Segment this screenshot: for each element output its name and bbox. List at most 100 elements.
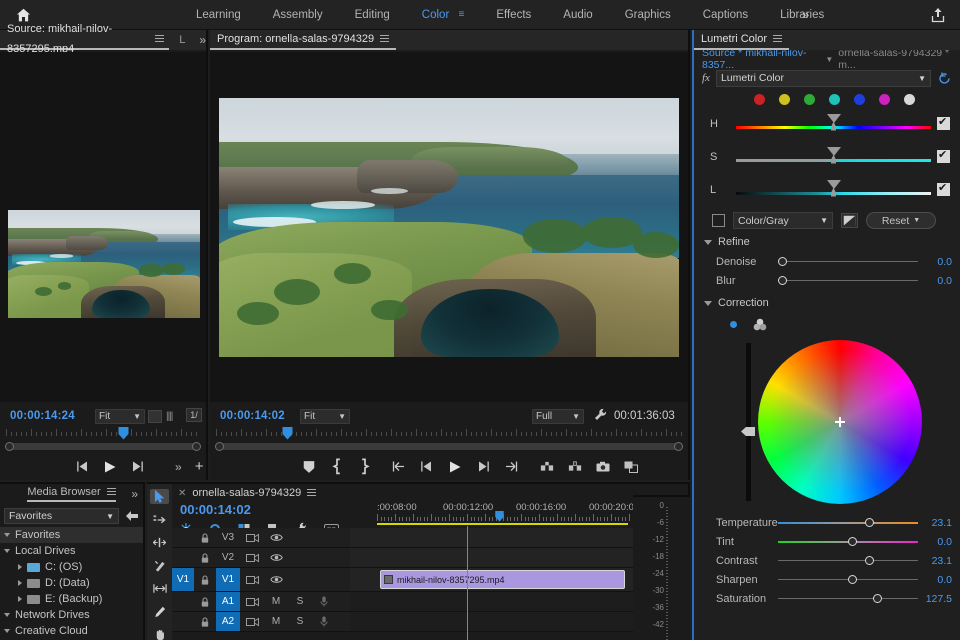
chevron-right-icon[interactable] (18, 580, 22, 586)
workspace-tab-assembly[interactable]: Assembly (257, 0, 339, 30)
workspace-tab-effects[interactable]: Effects (480, 0, 547, 30)
step-back-button[interactable] (420, 460, 434, 473)
selection-tool-button[interactable] (150, 489, 169, 504)
back-button[interactable] (125, 510, 139, 522)
source-timecode[interactable]: 00:00:14:24 (10, 410, 75, 422)
lumetri-source-label[interactable]: Source * mikhail-nilov-8357... (702, 47, 820, 71)
track-header-a1[interactable]: A1 M S (172, 592, 350, 612)
play-button[interactable] (448, 460, 462, 473)
hue-range-slider[interactable] (736, 113, 931, 135)
timeline-timecode[interactable]: 00:00:14:02 (180, 502, 251, 517)
workspace-tab-captions[interactable]: Captions (687, 0, 764, 30)
slip-tool-button[interactable] (150, 581, 169, 596)
hsl-reset-button[interactable]: Reset ▼ (866, 212, 936, 229)
correction-section-header[interactable]: Correction (694, 290, 960, 313)
track-header-v1[interactable]: V1 V1 (172, 568, 350, 592)
play-button[interactable] (103, 460, 117, 473)
three-way-color-icon[interactable] (753, 318, 767, 331)
track-solo-a1[interactable]: S (288, 596, 312, 607)
track-mute-a1[interactable]: M (264, 596, 288, 607)
color-gray-select[interactable]: Color/Gray ▼ (733, 212, 833, 229)
chevron-double-right-icon[interactable]: » (199, 33, 206, 47)
tree-item[interactable]: Creative Cloud (0, 623, 143, 639)
source-monitor-tab[interactable]: Source: mikhail-nilov-8357295.mp4 (0, 30, 169, 50)
chevron-down-icon[interactable] (4, 629, 10, 633)
media-browser-tree[interactable]: FavoritesLocal DrivesC: (OS)D: (Data)E: … (0, 527, 143, 640)
panel-menu-icon[interactable] (107, 488, 116, 496)
source-more-buttons-icon[interactable]: » (175, 460, 182, 474)
program-scrub-bar[interactable] (216, 428, 682, 444)
track-target-v2[interactable] (172, 548, 194, 567)
track-mute-a2[interactable]: M (264, 616, 288, 627)
pen-tool-button[interactable] (150, 604, 169, 619)
track-lock-a1[interactable] (194, 597, 216, 607)
tree-item[interactable]: C: (OS) (0, 559, 143, 575)
workspace-tab-color[interactable]: Color ≡ (406, 0, 481, 30)
track-name-v1[interactable]: V1 (216, 568, 240, 591)
program-video-area[interactable] (210, 52, 688, 402)
track-visibility-v2[interactable] (264, 553, 288, 562)
timeline-playhead-icon[interactable] (494, 511, 505, 522)
track-lock-v3[interactable] (194, 533, 216, 543)
export-frame-button[interactable] (596, 460, 610, 473)
workspace-tab-editing[interactable]: Editing (339, 0, 406, 30)
track-lock-v1[interactable] (194, 575, 216, 585)
chevron-down-icon[interactable] (4, 613, 10, 617)
step-back-button[interactable] (76, 460, 90, 473)
luma-range-slider[interactable] (736, 179, 931, 201)
swatch-green[interactable] (804, 94, 815, 105)
source-video-area[interactable] (0, 52, 206, 402)
blur-slider[interactable] (778, 275, 918, 287)
source-button-editor-button[interactable]: + (195, 458, 204, 475)
temperature-slider[interactable] (778, 517, 918, 529)
source-playhead-icon[interactable] (118, 427, 129, 440)
sequence-tab[interactable]: ✕ ornella-salas-9794329 (172, 484, 688, 502)
add-marker-button[interactable] (302, 460, 316, 473)
tree-item[interactable]: E: (Backup) (0, 591, 143, 607)
temperature-value[interactable]: 23.1 (924, 517, 960, 529)
timeline-ruler[interactable]: :00:08:00 00:00:12:00 00:00:16:00 00:00:… (377, 502, 628, 528)
track-visibility-v3[interactable] (264, 533, 288, 542)
program-timecode[interactable]: 00:00:14:02 (220, 410, 285, 422)
workspace-tab-audio[interactable]: Audio (547, 0, 608, 30)
luma-vertical-slider[interactable] (746, 343, 751, 501)
track-voiceover-a2[interactable] (312, 616, 336, 627)
track-target-a1[interactable] (172, 592, 194, 611)
swatch-magenta[interactable] (879, 94, 890, 105)
chevron-right-icon[interactable] (18, 564, 22, 570)
tree-item[interactable]: Network Drives (0, 607, 143, 623)
track-sync-lock-v3[interactable] (240, 533, 264, 543)
chevron-down-icon[interactable] (4, 533, 10, 537)
timeline-clip[interactable]: mikhail-nilov-8357295.mp4 (380, 570, 625, 589)
track-visibility-v1[interactable] (264, 575, 288, 584)
swatch-blue[interactable] (854, 94, 865, 105)
track-header-v2[interactable]: V2 (172, 548, 350, 568)
track-name-v3[interactable]: V3 (216, 528, 240, 547)
panel-menu-icon[interactable] (307, 489, 316, 497)
program-scrollbar[interactable] (218, 443, 680, 450)
track-name-a1[interactable]: A1 (216, 592, 240, 611)
track-lock-v2[interactable] (194, 553, 216, 563)
share-export-button[interactable] (930, 7, 946, 23)
track-solo-a2[interactable]: S (288, 616, 312, 627)
program-zoom-select[interactable]: Fit ▼ (300, 409, 350, 424)
lumetri-tab[interactable]: Lumetri Color (694, 30, 789, 50)
hand-tool-button[interactable] (150, 627, 169, 640)
chevron-down-icon[interactable]: ▼ (825, 55, 833, 64)
sharpen-value[interactable]: 0.0 (924, 574, 960, 586)
hue-slider-handle[interactable] (827, 114, 841, 136)
step-forward-button[interactable] (476, 460, 490, 473)
track-name-a2[interactable]: A2 (216, 612, 240, 631)
source-settings-button[interactable] (148, 410, 162, 423)
lift-button[interactable] (540, 460, 554, 473)
source-zoom-select[interactable]: Fit ▼ (95, 409, 145, 424)
track-name-v2[interactable]: V2 (216, 548, 240, 567)
color-wheel-crosshair[interactable] (835, 417, 845, 427)
chevron-double-right-icon[interactable]: » (802, 7, 809, 22)
source-scrollbar[interactable] (8, 443, 198, 450)
track-header-a2[interactable]: A2 M S (172, 612, 350, 632)
chevron-double-right-icon[interactable]: » (131, 487, 138, 501)
tint-slider[interactable] (778, 536, 918, 548)
panel-menu-icon[interactable] (773, 35, 782, 43)
panel-menu-icon[interactable] (380, 35, 389, 43)
